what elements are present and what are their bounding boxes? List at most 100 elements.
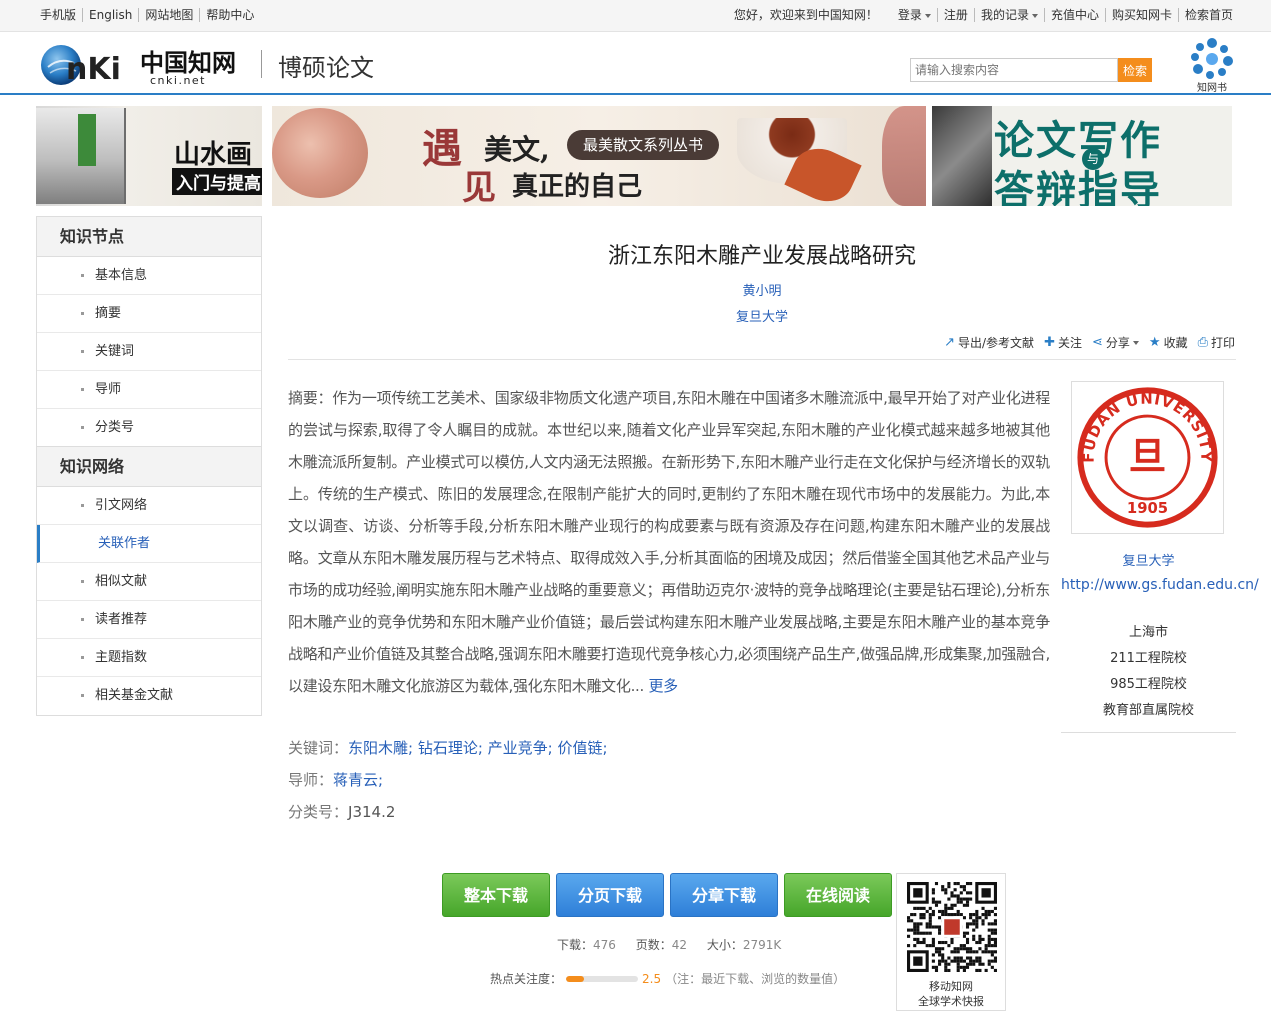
article-toolbar: ↗ 导出/参考文献 ✚ 关注 ⋖ 分享 ★ 收藏 ⎙ 打印 xyxy=(934,334,1235,351)
download-by-chapter-button[interactable]: 分章下载 xyxy=(670,873,778,917)
mobile-qr-card: 移动知网 全球学术快报 xyxy=(896,873,1006,1011)
buy-card-link[interactable]: 购买知网卡 xyxy=(1106,8,1179,22)
printer-icon: ⎙ xyxy=(1197,335,1208,350)
english-link[interactable]: English xyxy=(83,8,140,22)
fountain-pen-image xyxy=(932,106,992,206)
author-link[interactable]: 黄小明 xyxy=(290,280,1234,299)
sitemap-link[interactable]: 网站地图 xyxy=(139,8,201,22)
welcome-text: 您好，欢迎来到中国知网！ xyxy=(733,8,878,22)
download-whole-button[interactable]: 整本下载 xyxy=(442,873,550,917)
heat-note: （注：最近下载、浏览的数量值） xyxy=(665,972,846,986)
organization-link[interactable]: 复旦大学 xyxy=(290,306,1234,325)
nav-item-citation-network[interactable]: 引文网络 xyxy=(37,487,261,525)
banner-title: 山水画 xyxy=(174,140,253,170)
qr-caption-line1: 移动知网 xyxy=(929,980,973,993)
banner-badge-yu: 与 xyxy=(1082,148,1104,170)
chevron-down-icon xyxy=(1132,340,1139,345)
advisor-row: 导师：蒋青云; xyxy=(288,769,383,790)
keywords-label: 关键词： xyxy=(288,739,349,757)
chevron-down-icon xyxy=(924,13,931,18)
login-link[interactable]: 登录 xyxy=(892,8,938,22)
print-button[interactable]: ⎙ 打印 xyxy=(1198,334,1235,351)
classification-code: J314.2 xyxy=(348,803,396,821)
follow-button[interactable]: ✚ 关注 xyxy=(1044,334,1082,351)
read-online-button[interactable]: 在线阅读 xyxy=(784,873,892,917)
print-label: 打印 xyxy=(1210,336,1235,350)
banner-subtitle: 入门与提高 xyxy=(172,168,262,195)
export-citation-button[interactable]: ↗ 导出/参考文献 xyxy=(944,334,1034,351)
star-icon: ★ xyxy=(1148,335,1161,350)
svg-text:nKi: nKi xyxy=(66,52,121,87)
fudan-university-seal-logo: FUDAN UNIVERSITY 旦 1905 xyxy=(1071,381,1224,534)
keywords-links[interactable]: 东阳木雕; 钻石理论; 产业竞争; 价值链; xyxy=(348,739,608,757)
school-card: FUDAN UNIVERSITY 旦 1905 复旦大学 http://www.… xyxy=(1061,372,1259,733)
favorite-button[interactable]: ★ 收藏 xyxy=(1149,334,1188,351)
nav-item-basic-info[interactable]: 基本信息 xyxy=(37,257,261,295)
search-button[interactable]: 检索 xyxy=(1118,58,1152,82)
logo-cn-text: 中国知网 xyxy=(140,48,236,77)
nav-item-keywords[interactable]: 关键词 xyxy=(37,333,261,371)
banner-series-tag: 最美散文系列丛书 xyxy=(567,130,720,160)
search-home-link[interactable]: 检索首页 xyxy=(1179,8,1233,22)
search-input[interactable] xyxy=(910,58,1118,82)
abstract-label: 摘要： xyxy=(288,389,333,407)
banner-char-jian: 见 xyxy=(462,168,496,206)
nav-item-topic-index[interactable]: 主题指数 xyxy=(37,639,261,677)
banner-char-yu: 遇 xyxy=(422,125,462,172)
nav-item-classification[interactable]: 分类号 xyxy=(37,409,261,447)
school-name-link[interactable]: 复旦大学 xyxy=(1061,550,1236,569)
school-tag-985: 985工程院校 xyxy=(1110,677,1187,692)
nav-item-similar-literature[interactable]: 相似文献 xyxy=(37,563,261,601)
nav-item-advisor[interactable]: 导师 xyxy=(37,371,261,409)
section-title: 博硕论文 xyxy=(278,54,374,82)
my-records-link[interactable]: 我的记录 xyxy=(975,8,1045,22)
top-right-links: 您好，欢迎来到中国知网！ 登录 注册 我的记录 充值中心 购买知网卡 检索首页 xyxy=(734,8,1233,22)
nav-item-related-fund-literature[interactable]: 相关基金文献 xyxy=(37,677,261,715)
school-city: 上海市 xyxy=(1128,625,1168,640)
my-records-label: 我的记录 xyxy=(980,8,1029,22)
qr-code-image xyxy=(907,882,997,972)
banner-thesis-writing[interactable]: 论文写作 答辩指导 与 xyxy=(932,106,1232,206)
recharge-link[interactable]: 充值中心 xyxy=(1045,8,1106,22)
banner-essay-series[interactable]: 遇 美文, 见 真正的自己 最美散文系列丛书 xyxy=(272,106,926,206)
help-link[interactable]: 帮助中心 xyxy=(200,8,254,22)
nav-item-related-authors[interactable]: 关联作者 xyxy=(37,525,261,563)
cnki-logo[interactable]: nKi 中国知网 cnki.net xyxy=(40,41,245,87)
size-label: 大小： xyxy=(706,938,743,952)
share-button[interactable]: ⋖ 分享 xyxy=(1092,334,1139,351)
top-left-links: 手机版 English 网站地图 帮助中心 xyxy=(40,8,254,22)
document-stats: 下载：476 页数：42 大小：2791K xyxy=(557,936,797,953)
svg-text:旦: 旦 xyxy=(1129,434,1167,478)
school-url-link[interactable]: http://www.gs.fudan.edu.cn/ xyxy=(1061,576,1259,595)
mobile-link[interactable]: 手机版 xyxy=(40,8,84,22)
follow-label: 关注 xyxy=(1057,336,1082,350)
nav-item-reader-recommendations[interactable]: 读者推荐 xyxy=(37,601,261,639)
login-label: 登录 xyxy=(897,8,922,22)
divider xyxy=(288,359,1236,360)
register-link[interactable]: 注册 xyxy=(938,8,975,22)
school-tag-211: 211工程院校 xyxy=(1110,651,1187,666)
download-by-page-button[interactable]: 分页下载 xyxy=(556,873,664,917)
knowledge-nav: 知识节点 基本信息 摘要 关键词 导师 分类号 知识网络 引文网络 关联作者 相… xyxy=(36,216,262,716)
app-logo-text: 知网书 xyxy=(1197,81,1227,93)
export-icon: ↗ xyxy=(944,335,956,350)
abstract-more-link[interactable]: 更多 xyxy=(648,677,678,695)
share-label: 分享 xyxy=(1105,336,1130,350)
article-title: 浙江东阳木雕产业发展战略研究 xyxy=(607,244,916,269)
classification-label: 分类号： xyxy=(288,803,349,821)
school-tag-moe: 教育部直属院校 xyxy=(1102,703,1194,718)
abstract-text: 作为一项传统工艺美术、国家级非物质文化遗产项目,东阳木雕在中国诸多木雕流派中,最… xyxy=(288,389,1050,695)
pages-label: 页数： xyxy=(635,938,672,952)
nav-item-abstract[interactable]: 摘要 xyxy=(37,295,261,333)
heat-bar-fill xyxy=(566,975,585,982)
heat-value: 2.5 xyxy=(642,971,662,986)
nav-group-knowledge-nodes: 知识节点 xyxy=(37,217,261,257)
banner-shanshuihua[interactable]: 山水画 入门与提高 xyxy=(36,106,262,206)
site-header: nKi 中国知网 cnki.net 博硕论文 检索 知网书 xyxy=(0,32,1271,95)
zhiwangshu-app-logo[interactable]: 知网书 xyxy=(1186,35,1238,93)
downloads-label: 下载： xyxy=(557,938,594,952)
heat-bar xyxy=(566,975,639,982)
chevron-down-icon xyxy=(1031,13,1038,18)
advisor-link[interactable]: 蒋青云; xyxy=(333,771,383,789)
heat-label: 热点关注度： xyxy=(490,972,563,986)
